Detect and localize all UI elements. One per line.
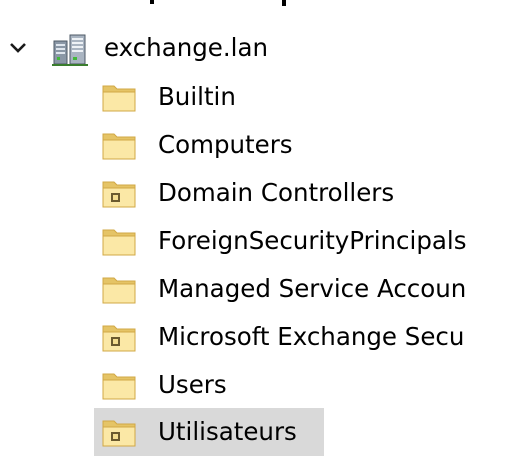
tree-root-exchange-lan[interactable]: exchange.lan: [0, 26, 507, 70]
tree-item-label: Domain Controllers: [158, 178, 395, 207]
tree-item-label: Builtin: [158, 82, 236, 111]
ou-folder-icon: [102, 416, 136, 448]
tree-item-domain-controllers[interactable]: Domain Controllers: [94, 171, 507, 215]
tree-item-label: Computers: [158, 130, 293, 159]
ou-folder-icon: [102, 321, 136, 353]
tree-item-users[interactable]: Users: [94, 363, 507, 407]
chevron-down-icon[interactable]: [8, 38, 28, 58]
tree-item-foreign-security-principals[interactable]: ForeignSecurityPrincipals: [94, 219, 507, 263]
folder-icon: [102, 129, 136, 161]
tree-item-microsoft-exchange-security[interactable]: Microsoft Exchange Secu: [94, 315, 507, 359]
ad-tree-view[interactable]: exchange.lan Builtin Computers Domain Co…: [0, 0, 507, 466]
tree-item-label: ForeignSecurityPrincipals: [158, 226, 467, 255]
tree-item-label: Users: [158, 370, 227, 399]
tree-item-label: Managed Service Accoun: [158, 274, 467, 303]
folder-icon: [102, 225, 136, 257]
folder-icon: [102, 81, 136, 113]
partial-tree-item: [150, 0, 330, 12]
tree-root-label[interactable]: exchange.lan: [104, 26, 268, 70]
tree-item-label: Microsoft Exchange Secu: [158, 322, 465, 351]
tree-item-computers[interactable]: Computers: [94, 123, 507, 167]
tree-item-utilisateurs[interactable]: Utilisateurs: [94, 408, 324, 456]
tree-item-managed-service-accounts[interactable]: Managed Service Accoun: [94, 267, 507, 311]
ou-folder-icon: [102, 177, 136, 209]
folder-icon: [102, 369, 136, 401]
folder-icon: [102, 273, 136, 305]
tree-item-builtin[interactable]: Builtin: [94, 75, 507, 119]
partial-text-fragment: [150, 0, 286, 6]
tree-item-label: Utilisateurs: [158, 417, 297, 446]
domain-icon: [52, 31, 88, 67]
